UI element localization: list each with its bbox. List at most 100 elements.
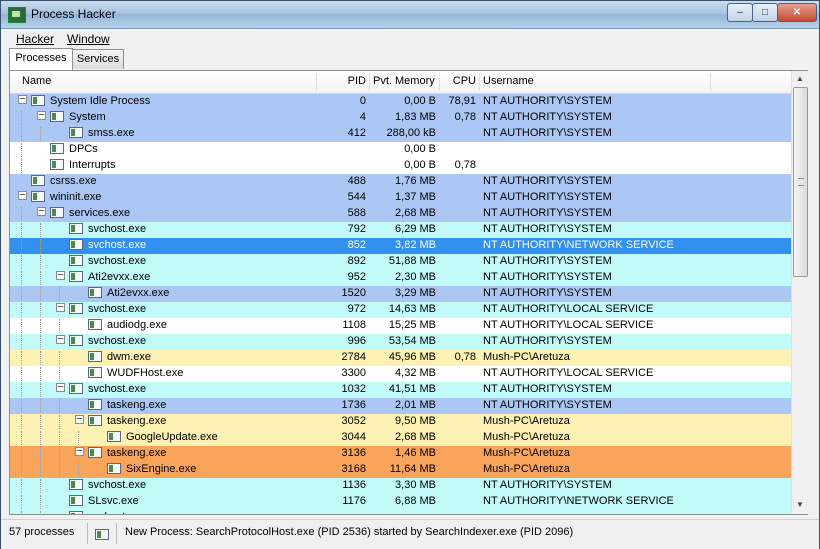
tree-line bbox=[21, 111, 22, 127]
tree-line bbox=[59, 415, 60, 431]
process-name: svchost.exe bbox=[88, 383, 147, 395]
process-row[interactable]: − System Idle Process 0 0,00 B 78,91 NT AUTHO… bbox=[10, 94, 791, 110]
process-icon bbox=[69, 479, 83, 490]
collapse-toggle[interactable]: − bbox=[18, 94, 27, 105]
status-message: New Process: SearchProtocolHost.exe (PID… bbox=[125, 526, 574, 538]
process-pid: 3168 bbox=[341, 463, 366, 475]
process-icon bbox=[50, 207, 64, 218]
process-icon bbox=[69, 255, 83, 266]
process-row[interactable]: audiodg.exe 1108 15,25 MB NT AUTHORITY\LOCA… bbox=[10, 318, 791, 335]
process-username: NT AUTHORITY\SYSTEM bbox=[483, 111, 612, 123]
process-name: Ati2evxx.exe bbox=[88, 271, 151, 283]
process-icon bbox=[88, 447, 102, 458]
process-row[interactable]: GoogleUpdate.exe 3044 2,68 MB Mush-PC\Aretu… bbox=[10, 430, 791, 447]
process-row[interactable]: SixEngine.exe 3168 11,64 MB Mush-PC\Aretuza bbox=[10, 462, 791, 479]
tree-line bbox=[40, 399, 41, 415]
process-pid: 972 bbox=[347, 303, 366, 315]
process-username: NT AUTHORITY\SYSTEM bbox=[483, 95, 612, 107]
column-memory[interactable]: Pvt. Memory bbox=[373, 75, 435, 87]
tree-line bbox=[21, 399, 22, 415]
process-row[interactable]: taskeng.exe 1736 2,01 MB NT AUTHORITY\SYSTE… bbox=[10, 398, 791, 415]
process-username: NT AUTHORITY\SYSTEM bbox=[483, 175, 612, 187]
process-row[interactable]: − taskeng.exe 3052 9,50 MB Mush-PC\Aretuza bbox=[10, 414, 791, 431]
process-icon bbox=[69, 271, 83, 282]
process-name: svchost.exe bbox=[88, 255, 147, 267]
title-bar[interactable]: Process Hacker – □ ✕ bbox=[1, 1, 819, 29]
process-icon bbox=[69, 239, 83, 250]
process-icon bbox=[69, 223, 83, 234]
process-row[interactable]: Ati2evxx.exe 1520 3,29 MB NT AUTHORITY\SYST… bbox=[10, 286, 791, 303]
process-row[interactable]: DPCs 0,00 B bbox=[10, 142, 791, 159]
process-row[interactable]: − Ati2evxx.exe 952 2,30 MB NT AUTHORITY\SYST… bbox=[10, 270, 791, 287]
tree-line bbox=[21, 223, 22, 239]
process-username: NT AUTHORITY\SYSTEM bbox=[483, 207, 612, 219]
scroll-up-arrow[interactable]: ▲ bbox=[793, 72, 807, 86]
collapse-toggle[interactable]: − bbox=[75, 446, 84, 457]
close-button[interactable]: ✕ bbox=[777, 3, 817, 22]
tab-processes[interactable]: Processes bbox=[9, 48, 73, 70]
process-row[interactable]: svchost.exe 852 3,82 MB NT AUTHORITY\NETWOR… bbox=[10, 238, 791, 255]
process-row[interactable]: Interrupts 0,00 B 0,78 bbox=[10, 158, 791, 175]
process-row[interactable]: WUDFHost.exe 3300 4,32 MB NT AUTHORITY\LOCA… bbox=[10, 366, 791, 383]
collapse-toggle[interactable]: − bbox=[75, 414, 84, 425]
scroll-down-arrow[interactable]: ▼ bbox=[793, 498, 807, 512]
process-memory: 2,01 MB bbox=[395, 399, 436, 411]
process-memory: 45,96 MB bbox=[388, 351, 436, 363]
menu-hacker[interactable]: Hacker bbox=[16, 32, 54, 46]
process-row[interactable]: − svchost.exe 996 53,54 MB NT AUTHORITY\SYST… bbox=[10, 334, 791, 351]
minimize-button[interactable]: – bbox=[727, 3, 753, 22]
process-row[interactable]: − System 4 1,83 MB 0,78 NT AUTHORITY\SYSTEM bbox=[10, 110, 791, 127]
process-pid: 1032 bbox=[341, 383, 366, 395]
collapse-toggle[interactable]: − bbox=[37, 110, 46, 121]
process-name: svchost.exe bbox=[88, 479, 147, 491]
column-cpu[interactable]: CPU bbox=[436, 75, 476, 87]
process-pid: 3052 bbox=[341, 415, 366, 427]
process-row[interactable]: SLsvc.exe 1176 6,88 MB NT AUTHORITY\NETWORK… bbox=[10, 494, 791, 511]
status-bar: 57 processes New Process: SearchProtocol… bbox=[1, 519, 819, 549]
process-row[interactable]: smss.exe 412 288,00 kB NT AUTHORITY\SYSTEM bbox=[10, 126, 791, 143]
process-memory: 0,00 B bbox=[404, 159, 436, 171]
tree-line bbox=[40, 239, 41, 255]
process-icon bbox=[88, 399, 102, 410]
process-row[interactable]: − svchost.exe 1032 41,51 MB NT AUTHORITY\SYS… bbox=[10, 382, 791, 399]
maximize-button[interactable]: □ bbox=[752, 3, 778, 22]
process-pid: 544 bbox=[347, 191, 366, 203]
process-username: NT AUTHORITY\SYSTEM bbox=[483, 271, 612, 283]
process-username: Mush-PC\Aretuza bbox=[483, 431, 570, 443]
tab-services[interactable]: Services bbox=[72, 49, 124, 69]
collapse-toggle[interactable]: − bbox=[18, 190, 27, 201]
process-row[interactable]: svchost.exe 892 51,88 MB NT AUTHORITY\SYSTE… bbox=[10, 254, 791, 271]
process-row[interactable]: svchost.exe bbox=[10, 510, 791, 514]
process-name: services.exe bbox=[69, 207, 131, 219]
process-username: NT AUTHORITY\SYSTEM bbox=[483, 399, 612, 411]
process-row[interactable]: csrss.exe 488 1,76 MB NT AUTHORITY\SYSTEM bbox=[10, 174, 791, 190]
process-name: svchost.exe bbox=[88, 239, 147, 251]
column-username[interactable]: Username bbox=[483, 75, 534, 87]
process-username: NT AUTHORITY\LOCAL SERVICE bbox=[483, 303, 654, 315]
window-title: Process Hacker bbox=[31, 7, 116, 21]
process-row[interactable]: svchost.exe 1136 3,30 MB NT AUTHORITY\SYSTE… bbox=[10, 478, 791, 495]
process-memory: 3,30 MB bbox=[395, 479, 436, 491]
collapse-toggle[interactable]: − bbox=[56, 334, 65, 345]
process-row[interactable]: dwm.exe 2784 45,96 MB 0,78 Mush-PC\Aretuza bbox=[10, 350, 791, 367]
process-row[interactable]: − services.exe 588 2,68 MB NT AUTHORITY\SYST… bbox=[10, 206, 791, 223]
menu-window[interactable]: Window bbox=[67, 32, 110, 46]
column-name[interactable]: Name bbox=[22, 75, 51, 87]
process-row[interactable]: − svchost.exe 972 14,63 MB NT AUTHORITY\LOCA… bbox=[10, 302, 791, 319]
tree-line bbox=[40, 271, 41, 287]
process-row[interactable]: svchost.exe 792 6,29 MB NT AUTHORITY\SYSTEM bbox=[10, 222, 791, 239]
process-row[interactable]: − taskeng.exe 3136 1,46 MB Mush-PC\Aretuza bbox=[10, 446, 791, 463]
tree-line bbox=[40, 495, 41, 511]
process-row[interactable]: − wininit.exe 544 1,37 MB NT AUTHORITY\SYSTE… bbox=[10, 190, 791, 206]
vertical-scrollbar[interactable]: ▲ ▼ bbox=[791, 71, 808, 514]
process-name: wininit.exe bbox=[50, 191, 102, 203]
process-name: Ati2evxx.exe bbox=[107, 287, 170, 299]
column-pid[interactable]: PID bbox=[316, 75, 366, 87]
collapse-toggle[interactable]: − bbox=[56, 382, 65, 393]
collapse-toggle[interactable]: − bbox=[56, 302, 65, 313]
collapse-toggle[interactable]: − bbox=[37, 206, 46, 217]
process-icon bbox=[88, 287, 102, 298]
collapse-toggle[interactable]: − bbox=[56, 270, 65, 281]
process-memory: 51,88 MB bbox=[388, 255, 436, 267]
scrollbar-thumb[interactable] bbox=[793, 87, 808, 277]
